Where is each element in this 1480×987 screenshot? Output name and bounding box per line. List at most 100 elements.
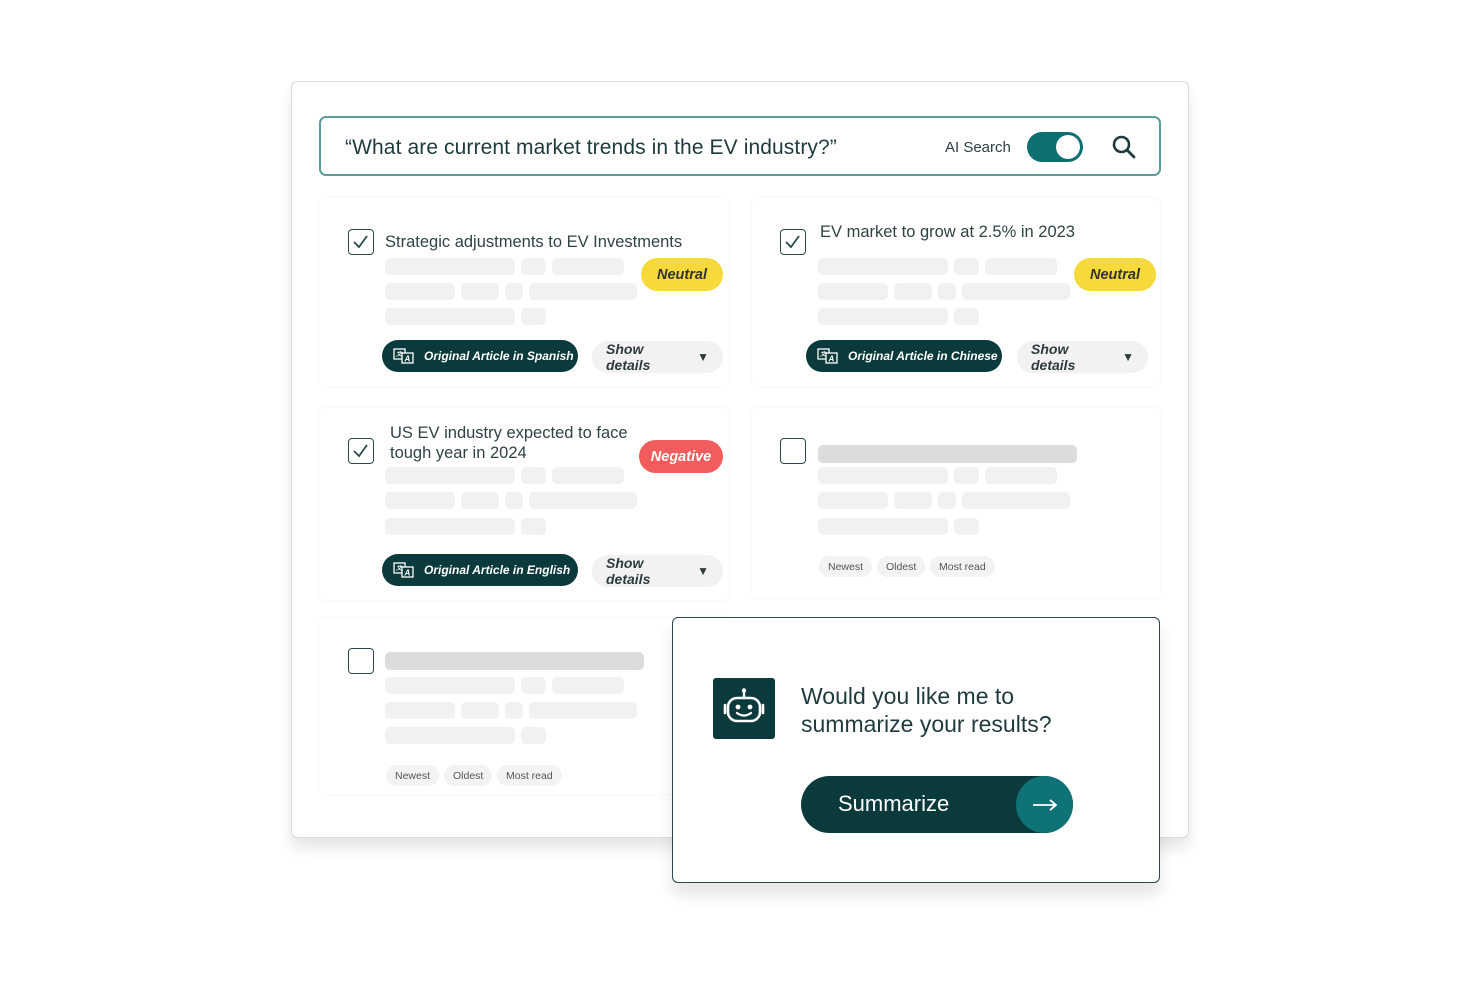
placeholder-line bbox=[818, 467, 948, 484]
search-input[interactable]: “What are current market trends in the E… bbox=[345, 136, 837, 160]
result-checkbox[interactable] bbox=[348, 648, 374, 674]
result-title[interactable]: Strategic adjustments to EV Investments bbox=[385, 232, 682, 252]
placeholder-title bbox=[818, 445, 1077, 463]
filter-chip-newest[interactable]: Newest bbox=[386, 765, 440, 786]
check-icon bbox=[353, 235, 368, 249]
ai-search-label: AI Search bbox=[945, 139, 1011, 156]
show-details-label: Show details bbox=[1031, 341, 1076, 373]
summary-prompt-line: Would you like me to bbox=[801, 683, 1015, 709]
search-bar[interactable]: “What are current market trends in the E… bbox=[319, 116, 1161, 176]
original-article-button[interactable]: A文 Original Article in Spanish bbox=[382, 340, 578, 372]
original-article-label: Original Article in English bbox=[424, 563, 571, 577]
placeholder-line bbox=[461, 492, 499, 509]
placeholder-line bbox=[818, 283, 888, 300]
caret-down-icon: ▼ bbox=[697, 350, 709, 364]
result-checkbox[interactable] bbox=[780, 438, 806, 464]
result-title[interactable]: US EV industry expected to face tough ye… bbox=[390, 423, 628, 463]
sentiment-badge: Neutral bbox=[1074, 258, 1156, 291]
show-details-button[interactable]: Show details ▼ bbox=[1017, 341, 1148, 373]
caret-down-icon: ▼ bbox=[1122, 350, 1134, 364]
toggle-knob bbox=[1056, 135, 1080, 159]
placeholder-line bbox=[521, 308, 546, 325]
placeholder-line bbox=[985, 258, 1057, 275]
svg-text:A: A bbox=[404, 569, 411, 578]
result-title[interactable]: EV market to grow at 2.5% in 2023 bbox=[820, 222, 1075, 242]
placeholder-line bbox=[521, 467, 546, 484]
show-details-button[interactable]: Show details ▼ bbox=[592, 555, 723, 587]
placeholder-title bbox=[385, 652, 644, 670]
placeholder-line bbox=[962, 283, 1070, 300]
arrow-right-icon bbox=[1016, 776, 1073, 833]
original-article-label: Original Article in Chinese bbox=[848, 349, 998, 363]
placeholder-line bbox=[985, 467, 1057, 484]
placeholder-line bbox=[385, 492, 455, 509]
filter-chip-newest[interactable]: Newest bbox=[819, 556, 873, 577]
translate-icon: A文 bbox=[393, 348, 414, 364]
result-checkbox[interactable] bbox=[780, 229, 806, 255]
translate-icon: A文 bbox=[817, 348, 838, 364]
placeholder-line bbox=[962, 492, 1070, 509]
placeholder-line bbox=[954, 308, 979, 325]
placeholder-line bbox=[552, 677, 624, 694]
placeholder-line bbox=[529, 702, 637, 719]
summary-prompt-text: Would you like me to summarize your resu… bbox=[801, 682, 1101, 738]
placeholder-line bbox=[505, 283, 523, 300]
summarize-button-label: Summarize bbox=[838, 791, 950, 816]
sentiment-badge: Neutral bbox=[641, 258, 723, 291]
search-icon[interactable] bbox=[1111, 134, 1137, 160]
filter-chip-most-read[interactable]: Most read bbox=[497, 765, 562, 786]
placeholder-line bbox=[552, 467, 624, 484]
svg-text:A: A bbox=[828, 355, 835, 364]
placeholder-line bbox=[385, 518, 515, 535]
placeholder-line bbox=[385, 258, 515, 275]
check-icon bbox=[353, 444, 368, 458]
original-article-button[interactable]: A文 Original Article in English bbox=[382, 554, 578, 586]
placeholder-line bbox=[938, 492, 956, 509]
filter-chip-oldest[interactable]: Oldest bbox=[444, 765, 493, 786]
placeholder-line bbox=[894, 283, 932, 300]
original-article-label: Original Article in Spanish bbox=[424, 349, 574, 363]
svg-text:文: 文 bbox=[396, 350, 403, 358]
filter-chip-most-read[interactable]: Most read bbox=[930, 556, 995, 577]
result-title-line: tough year in 2024 bbox=[390, 444, 527, 462]
placeholder-line bbox=[385, 727, 515, 744]
original-article-button[interactable]: A文 Original Article in Chinese bbox=[806, 340, 1002, 372]
show-details-button[interactable]: Show details ▼ bbox=[592, 341, 723, 373]
placeholder-line bbox=[521, 677, 546, 694]
caret-down-icon: ▼ bbox=[697, 564, 709, 578]
filter-chip-oldest[interactable]: Oldest bbox=[877, 556, 926, 577]
placeholder-line bbox=[818, 518, 948, 535]
result-checkbox[interactable] bbox=[348, 229, 374, 255]
robot-icon bbox=[713, 678, 775, 739]
placeholder-line bbox=[385, 308, 515, 325]
placeholder-line bbox=[552, 258, 624, 275]
svg-text:A: A bbox=[404, 355, 411, 364]
summary-prompt-line: summarize your results? bbox=[801, 711, 1052, 737]
result-checkbox[interactable] bbox=[348, 438, 374, 464]
placeholder-line bbox=[529, 492, 637, 509]
placeholder-line bbox=[818, 258, 948, 275]
placeholder-line bbox=[461, 702, 499, 719]
summary-prompt-dialog: Would you like me to summarize your resu… bbox=[672, 617, 1160, 883]
placeholder-line bbox=[505, 702, 523, 719]
placeholder-line bbox=[818, 492, 888, 509]
placeholder-line bbox=[385, 677, 515, 694]
translate-icon: A文 bbox=[393, 562, 414, 578]
check-icon bbox=[785, 235, 800, 249]
placeholder-line bbox=[385, 467, 515, 484]
placeholder-line bbox=[954, 467, 979, 484]
placeholder-line bbox=[521, 518, 546, 535]
svg-text:文: 文 bbox=[820, 350, 827, 358]
svg-text:文: 文 bbox=[396, 564, 403, 572]
placeholder-line bbox=[461, 283, 499, 300]
ai-search-toggle[interactable] bbox=[1027, 132, 1083, 162]
show-details-label: Show details bbox=[606, 341, 651, 373]
summarize-button[interactable]: Summarize bbox=[801, 776, 1073, 833]
placeholder-line bbox=[818, 308, 948, 325]
placeholder-line bbox=[521, 258, 546, 275]
placeholder-line bbox=[505, 492, 523, 509]
placeholder-line bbox=[954, 258, 979, 275]
placeholder-line bbox=[938, 283, 956, 300]
placeholder-line bbox=[385, 283, 455, 300]
placeholder-line bbox=[521, 727, 546, 744]
